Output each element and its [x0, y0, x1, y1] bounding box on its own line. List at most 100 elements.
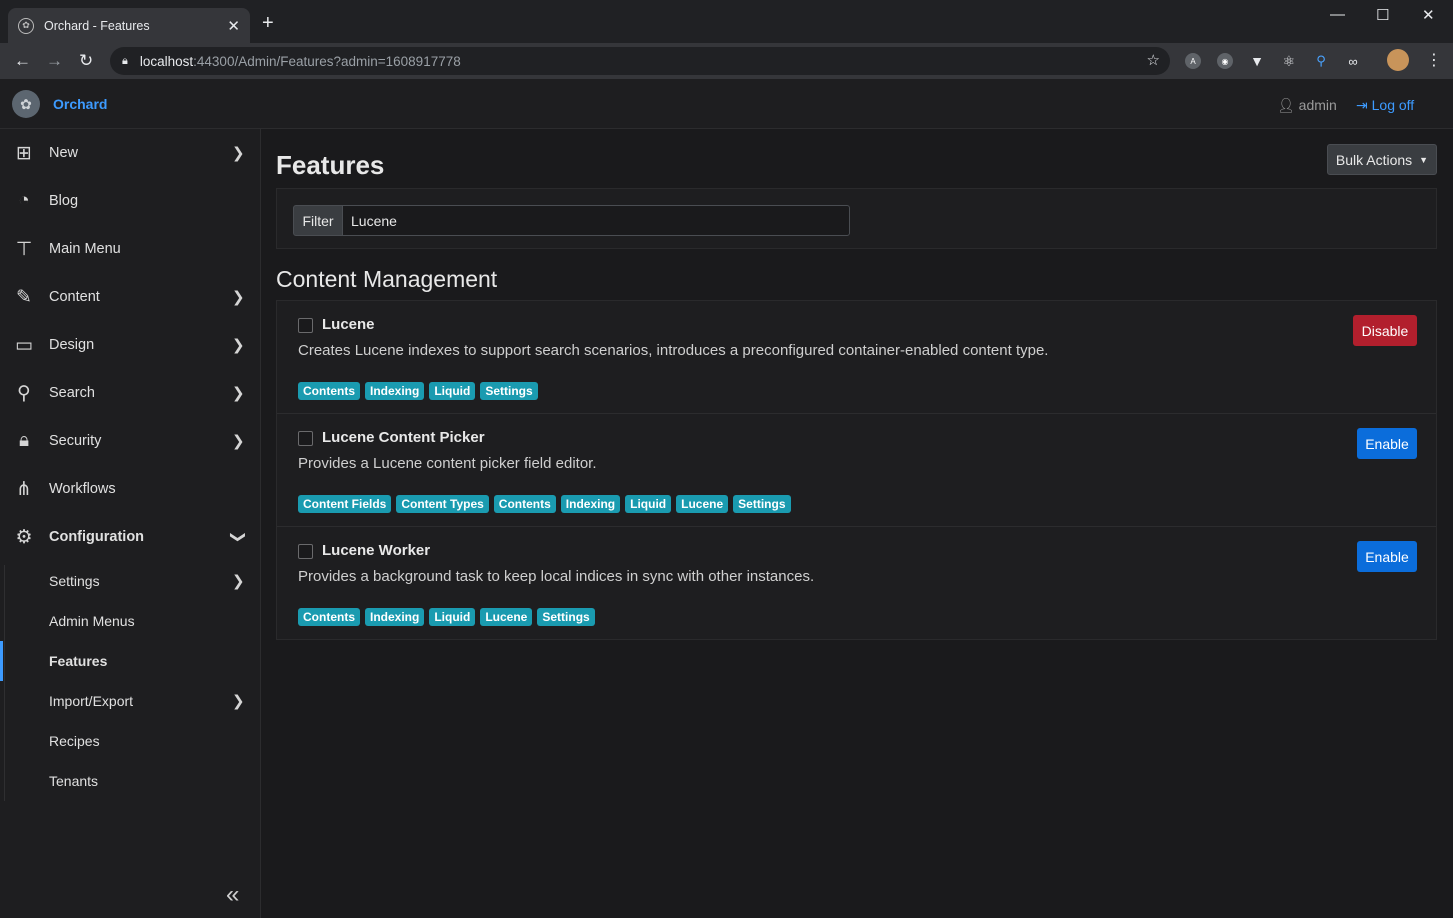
logoff-link[interactable]: ⇥ Log off [1356, 97, 1414, 114]
collapse-sidebar-icon[interactable]: « [226, 881, 239, 909]
chevron-right-icon: ❯ [232, 145, 245, 162]
brand-link[interactable]: Orchard [53, 96, 107, 112]
browser-menu-icon[interactable]: ⋮ [1426, 50, 1442, 70]
feature-tag: Settings [537, 608, 595, 626]
bulk-actions-button[interactable]: Bulk Actions ▼ [1327, 144, 1437, 175]
sidebar-item-security[interactable]: 🔒︎ Security ❯ [0, 417, 261, 465]
edit-icon: ✎ [16, 286, 32, 308]
sidebar-subitem-features[interactable]: Features [0, 641, 261, 681]
logoff-label: Log off [1371, 97, 1415, 113]
sidebar-item-main-menu[interactable]: ⊤ Main Menu [0, 225, 261, 273]
maximize-icon[interactable]: ☐ [1376, 6, 1389, 24]
main-content: Features Bulk Actions ▼ Filter Content M… [261, 129, 1453, 918]
adblock-extension-icon[interactable]: A [1185, 53, 1201, 69]
sidebar-subitem-label: Import/Export [49, 693, 134, 709]
sidebar-subitem-recipes[interactable]: Recipes [0, 721, 261, 761]
bulk-actions-label: Bulk Actions [1335, 151, 1413, 168]
browser-tab-bar: ✿ Orchard - Features ✕ + — ☐ ✕ [0, 0, 1453, 43]
feature-name: Lucene Worker [322, 542, 431, 559]
sidebar-item-label: New [49, 145, 79, 161]
lock-icon: 🔒︎ [18, 430, 30, 451]
sidebar-subitem-tenants[interactable]: Tenants [0, 761, 261, 801]
sidebar-item-new[interactable]: ⊞ New ❯ [0, 129, 261, 177]
browser-tab[interactable]: ✿ Orchard - Features ✕ [8, 8, 250, 43]
chevron-right-icon: ❯ [232, 433, 245, 450]
sidebar-item-workflows[interactable]: ⋔ Workflows [0, 465, 261, 513]
feature-tags: Contents Indexing Liquid Settings [298, 382, 538, 400]
glasses-extension-icon[interactable]: ∞ [1345, 53, 1361, 69]
react-extension-icon[interactable]: ⚛ [1281, 53, 1297, 69]
rss-icon: ◔ [18, 190, 30, 211]
feature-row-lucene: Lucene Creates Lucene indexes to support… [277, 301, 1436, 414]
feature-tag: Content Fields [298, 495, 392, 513]
forward-icon[interactable]: → [46, 51, 63, 71]
feature-tag: Indexing [365, 608, 425, 626]
feature-checkbox[interactable] [298, 318, 313, 333]
feature-row-lucene-content-picker: Lucene Content Picker Provides a Lucene … [277, 414, 1436, 527]
feature-tag: Liquid [429, 382, 476, 400]
feature-description: Provides a Lucene content picker field e… [298, 455, 597, 472]
feature-description: Provides a background task to keep local… [298, 568, 815, 585]
features-list: Lucene Creates Lucene indexes to support… [276, 300, 1437, 640]
sidebar-item-label: Workflows [49, 481, 116, 497]
section-title: Content Management [276, 266, 498, 292]
user-name: admin [1298, 97, 1337, 113]
tab-title: Orchard - Features [44, 18, 150, 33]
bookmark-star-icon[interactable]: ☆ [1147, 51, 1160, 69]
filter-card: Filter [276, 188, 1437, 249]
app-header: ✿ Orchard 👤︎ admin ⇥ Log off [0, 79, 1453, 129]
disable-button[interactable]: Disable [1353, 315, 1417, 346]
sidebar-subitem-import-export[interactable]: Import/Export ❯ [0, 681, 261, 721]
sidebar-subitem-label: Tenants [49, 773, 99, 789]
profile-avatar-icon[interactable] [1387, 49, 1409, 71]
feature-checkbox[interactable] [298, 431, 313, 446]
orchard-logo-icon[interactable]: ✿ [12, 90, 40, 118]
gear-icon: ⚙ [15, 526, 33, 548]
feature-checkbox[interactable] [298, 544, 313, 559]
new-tab-icon[interactable]: + [262, 13, 274, 33]
chevron-right-icon: ❯ [232, 385, 245, 402]
enable-button[interactable]: Enable [1357, 428, 1417, 459]
back-icon[interactable]: ← [14, 51, 31, 71]
feature-row-lucene-worker: Lucene Worker Provides a background task… [277, 527, 1436, 640]
enable-button[interactable]: Enable [1357, 541, 1417, 572]
chevron-right-icon: ❯ [232, 289, 245, 306]
search-extension-icon[interactable]: ⚲ [1313, 53, 1329, 69]
sidebar-item-blog[interactable]: ◔ Blog [0, 177, 261, 225]
sidebar-subitem-label: Admin Menus [49, 613, 135, 629]
feature-tag: Content Types [396, 495, 489, 513]
feature-name: Lucene Content Picker [322, 429, 485, 446]
sidebar-item-configuration[interactable]: ⚙ Configuration ❯ [0, 513, 261, 561]
feature-tags: Content Fields Content Types Contents In… [298, 495, 791, 513]
feature-tag: Liquid [429, 608, 476, 626]
sidebar-item-label: Main Menu [49, 241, 121, 257]
plus-square-icon: ⊞ [16, 142, 32, 164]
close-window-icon[interactable]: ✕ [1422, 6, 1435, 24]
feature-tag: Liquid [625, 495, 672, 513]
vue-extension-icon[interactable]: ▼ [1249, 53, 1265, 69]
reload-icon[interactable]: ↻ [79, 51, 93, 71]
sidebar-item-search[interactable]: ⚲ Search ❯ [0, 369, 261, 417]
minimize-icon[interactable]: — [1330, 6, 1345, 23]
sidebar-subitem-admin-menus[interactable]: Admin Menus [0, 601, 261, 641]
user-menu[interactable]: 👤︎ admin [1277, 97, 1337, 114]
url-host: localhost [139, 53, 194, 69]
sidebar-item-label: Security [49, 433, 102, 449]
sidebar-item-content[interactable]: ✎ Content ❯ [0, 273, 261, 321]
close-tab-icon[interactable]: ✕ [227, 17, 240, 35]
orchard-favicon-icon: ✿ [18, 17, 34, 34]
chevron-right-icon: ❯ [232, 693, 245, 710]
sidebar-item-label: Blog [49, 193, 79, 209]
sidebar-item-design[interactable]: ▭ Design ❯ [0, 321, 261, 369]
sidebar-subitem-label: Features [49, 653, 108, 669]
filter-label: Filter [293, 205, 343, 236]
sidebar-subitem-settings[interactable]: Settings ❯ [0, 561, 261, 601]
url-input[interactable]: 🔒︎ localhost:44300/Admin/Features?admin=… [110, 47, 1170, 75]
filter-input[interactable] [342, 205, 850, 236]
camera-extension-icon[interactable]: ◉ [1217, 53, 1233, 69]
feature-tag: Contents [298, 608, 360, 626]
logoff-icon: ⇥ [1356, 97, 1372, 113]
feature-tag: Contents [298, 382, 360, 400]
url-path: :44300/Admin/Features?admin=1608917778 [193, 53, 461, 69]
feature-tag: Lucene [480, 608, 533, 626]
